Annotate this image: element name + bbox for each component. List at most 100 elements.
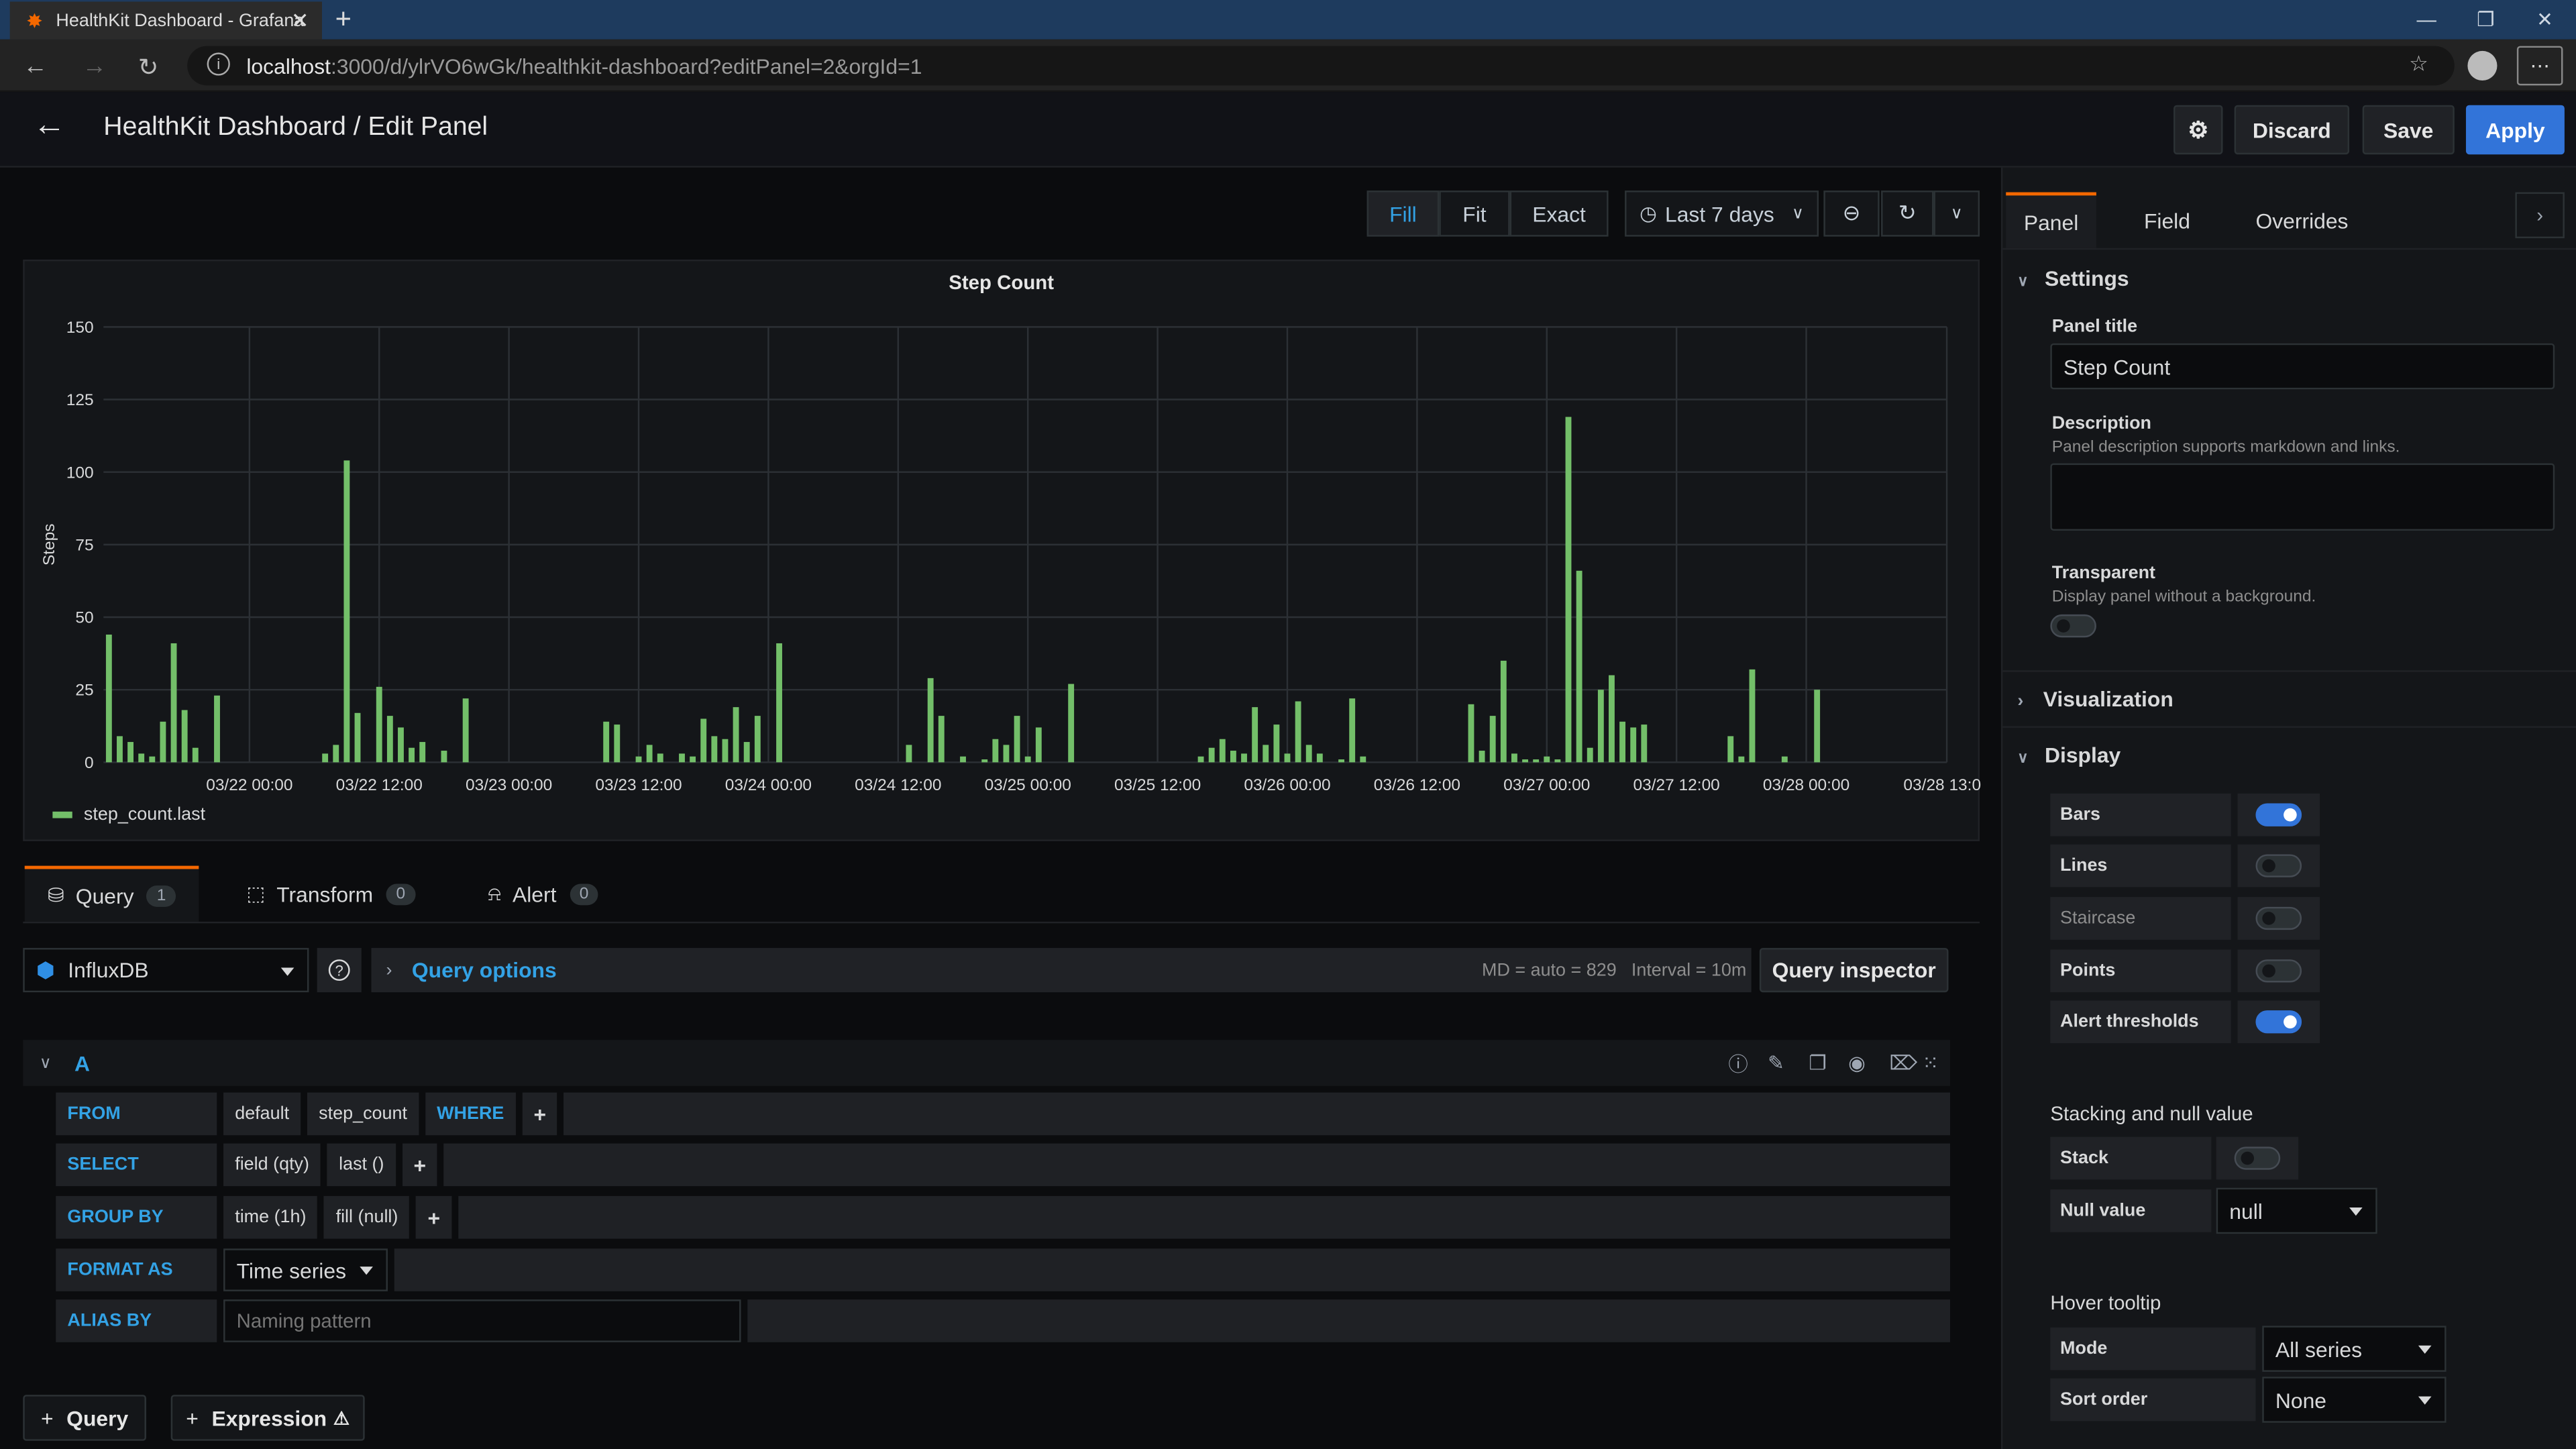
legend-label[interactable]: step_count.last — [84, 805, 205, 824]
address-bar[interactable]: i localhost:3000/d/ylrVO6wGk/healthkit-d… — [187, 46, 2455, 86]
bar — [1597, 690, 1604, 763]
collapse-icon[interactable]: ∨ — [40, 1054, 52, 1072]
edit-icon[interactable]: ✎ — [1768, 1051, 1784, 1074]
tab-field[interactable]: Field — [2144, 209, 2190, 233]
x-tick-label: 03/24 12:00 — [855, 776, 941, 794]
help-icon[interactable]: ⓘ — [1728, 1049, 1748, 1077]
alias-by-input[interactable] — [223, 1299, 741, 1342]
mode-select[interactable]: All series — [2262, 1326, 2447, 1372]
time-range-label: Last 7 days — [1665, 201, 1774, 226]
bar — [1544, 756, 1550, 763]
add-expression-button[interactable]: + Expression ⚠ — [170, 1395, 365, 1441]
plus-icon: + — [186, 1405, 199, 1430]
back-arrow-icon[interactable]: ← — [33, 107, 66, 144]
tab-query[interactable]: ⛁ Query 1 — [24, 865, 199, 922]
time-picker[interactable]: ◷ Last 7 days ∨ — [1625, 191, 1819, 237]
staircase-label: Staircase — [2050, 897, 2231, 940]
close-window-icon[interactable]: ✕ — [2515, 0, 2574, 40]
bar — [138, 753, 145, 763]
eye-icon[interactable]: ◉ — [1848, 1051, 1866, 1074]
refresh-button[interactable]: ↻ — [1881, 191, 1934, 237]
add-where-button[interactable]: + — [522, 1092, 558, 1136]
description-textarea[interactable] — [2050, 463, 2555, 531]
profile-avatar[interactable] — [2467, 50, 2498, 81]
transparent-toggle[interactable] — [2050, 614, 2096, 638]
bar — [1230, 751, 1236, 763]
staircase-toggle[interactable] — [2255, 906, 2302, 930]
drag-handle-icon[interactable]: ⁙ — [1922, 1051, 1939, 1074]
tab-transform[interactable]: ⬚ Transform 0 — [246, 866, 415, 922]
forward-icon[interactable]: → — [82, 52, 107, 80]
format-as-select[interactable]: Time series — [223, 1248, 388, 1291]
chevron-down-icon: ∨ — [1792, 204, 1805, 223]
group-by-fill[interactable]: fill (null) — [324, 1195, 410, 1239]
bar — [1641, 724, 1648, 763]
bar — [462, 698, 469, 763]
select-function[interactable]: last () — [327, 1143, 396, 1187]
panel-title-input[interactable]: Step Count — [2050, 343, 2555, 390]
retention-policy[interactable]: default — [223, 1092, 301, 1136]
tab-panel[interactable]: Panel — [2006, 192, 2096, 248]
hover-tooltip-header: Hover tooltip — [2050, 1291, 2161, 1315]
alert-thresholds-toggle[interactable] — [2255, 1010, 2302, 1034]
datasource-picker[interactable]: ⬢ InfluxDB — [23, 948, 309, 993]
visualization-section-header[interactable]: › Visualization — [2017, 687, 2173, 712]
reload-icon[interactable]: ↻ — [138, 52, 159, 83]
restore-icon[interactable]: ❐ — [2456, 0, 2515, 40]
save-button[interactable]: Save — [2362, 105, 2455, 155]
refresh-interval-button[interactable]: ∨ — [1933, 191, 1980, 237]
stack-toggle[interactable] — [2234, 1146, 2281, 1170]
group-by-time[interactable]: time (1h) — [223, 1195, 318, 1239]
tab-alert[interactable]: ⍾ Alert 0 — [488, 866, 599, 922]
add-group-by-button[interactable]: + — [416, 1195, 452, 1239]
trash-icon[interactable]: ⌦ — [1889, 1051, 1917, 1074]
favorites-icon[interactable]: ☆ — [2409, 51, 2428, 77]
points-toggle[interactable] — [2255, 959, 2302, 983]
help-button[interactable]: ? — [317, 948, 362, 993]
fill-button[interactable]: Fill — [1366, 191, 1440, 237]
query-options-label[interactable]: Query options — [412, 958, 557, 983]
bar — [1749, 669, 1756, 763]
close-tab-icon[interactable]: ✕ — [291, 7, 309, 34]
tab-overrides[interactable]: Overrides — [2255, 209, 2348, 233]
stack-toggle-wrap — [2216, 1136, 2299, 1180]
select-field[interactable]: field (qty) — [223, 1143, 321, 1187]
fit-button[interactable]: Fit — [1439, 191, 1510, 237]
info-icon: i — [207, 52, 230, 76]
lines-toggle[interactable] — [2255, 854, 2302, 877]
bar — [1814, 690, 1821, 763]
apply-button[interactable]: Apply — [2465, 105, 2565, 155]
display-section-header[interactable]: ∨ Display — [2017, 743, 2121, 767]
settings-button[interactable]: ⚙ — [2174, 105, 2223, 155]
minimize-icon[interactable]: — — [2397, 0, 2456, 40]
discard-button[interactable]: Discard — [2234, 105, 2350, 155]
tab-query-label: Query — [75, 883, 134, 908]
query-inspector-button[interactable]: Query inspector — [1759, 948, 1949, 993]
settings-section-header[interactable]: ∨ Settings — [2017, 266, 2129, 291]
new-tab-icon[interactable]: + — [335, 3, 352, 36]
bar — [1533, 759, 1540, 763]
zoom-out-button[interactable]: ⊖ — [1823, 191, 1880, 237]
back-icon[interactable]: ← — [23, 52, 48, 80]
lines-toggle-wrap — [2237, 844, 2320, 888]
sort-order-select[interactable]: None — [2262, 1377, 2447, 1423]
format-as-value: Time series — [236, 1257, 347, 1283]
chevron-down-icon: ∨ — [2017, 749, 2029, 766]
null-value-select[interactable]: null — [2216, 1187, 2377, 1234]
bar — [1219, 739, 1226, 763]
add-select-button[interactable]: + — [402, 1143, 438, 1187]
bar — [117, 736, 123, 763]
duplicate-icon[interactable]: ❐ — [1809, 1051, 1826, 1074]
bars-toggle[interactable] — [2255, 803, 2302, 826]
query-ref-id[interactable]: A — [74, 1051, 90, 1075]
measurement[interactable]: step_count — [307, 1092, 419, 1136]
exact-button[interactable]: Exact — [1509, 191, 1609, 237]
query-options-bar[interactable]: › Query options MD = auto = 829 Interval… — [371, 948, 1752, 993]
add-query-button[interactable]: + Query — [23, 1395, 146, 1441]
refresh-icon: ↻ — [1898, 200, 1917, 225]
more-icon[interactable]: ⋯ — [2516, 46, 2563, 86]
add-expression-label: Expression — [211, 1405, 327, 1430]
collapse-sidebar-button[interactable]: › — [2515, 192, 2565, 239]
points-toggle-wrap — [2237, 949, 2320, 993]
browser-tab[interactable]: ✸ HealthKit Dashboard - Grafana ✕ — [9, 1, 323, 40]
